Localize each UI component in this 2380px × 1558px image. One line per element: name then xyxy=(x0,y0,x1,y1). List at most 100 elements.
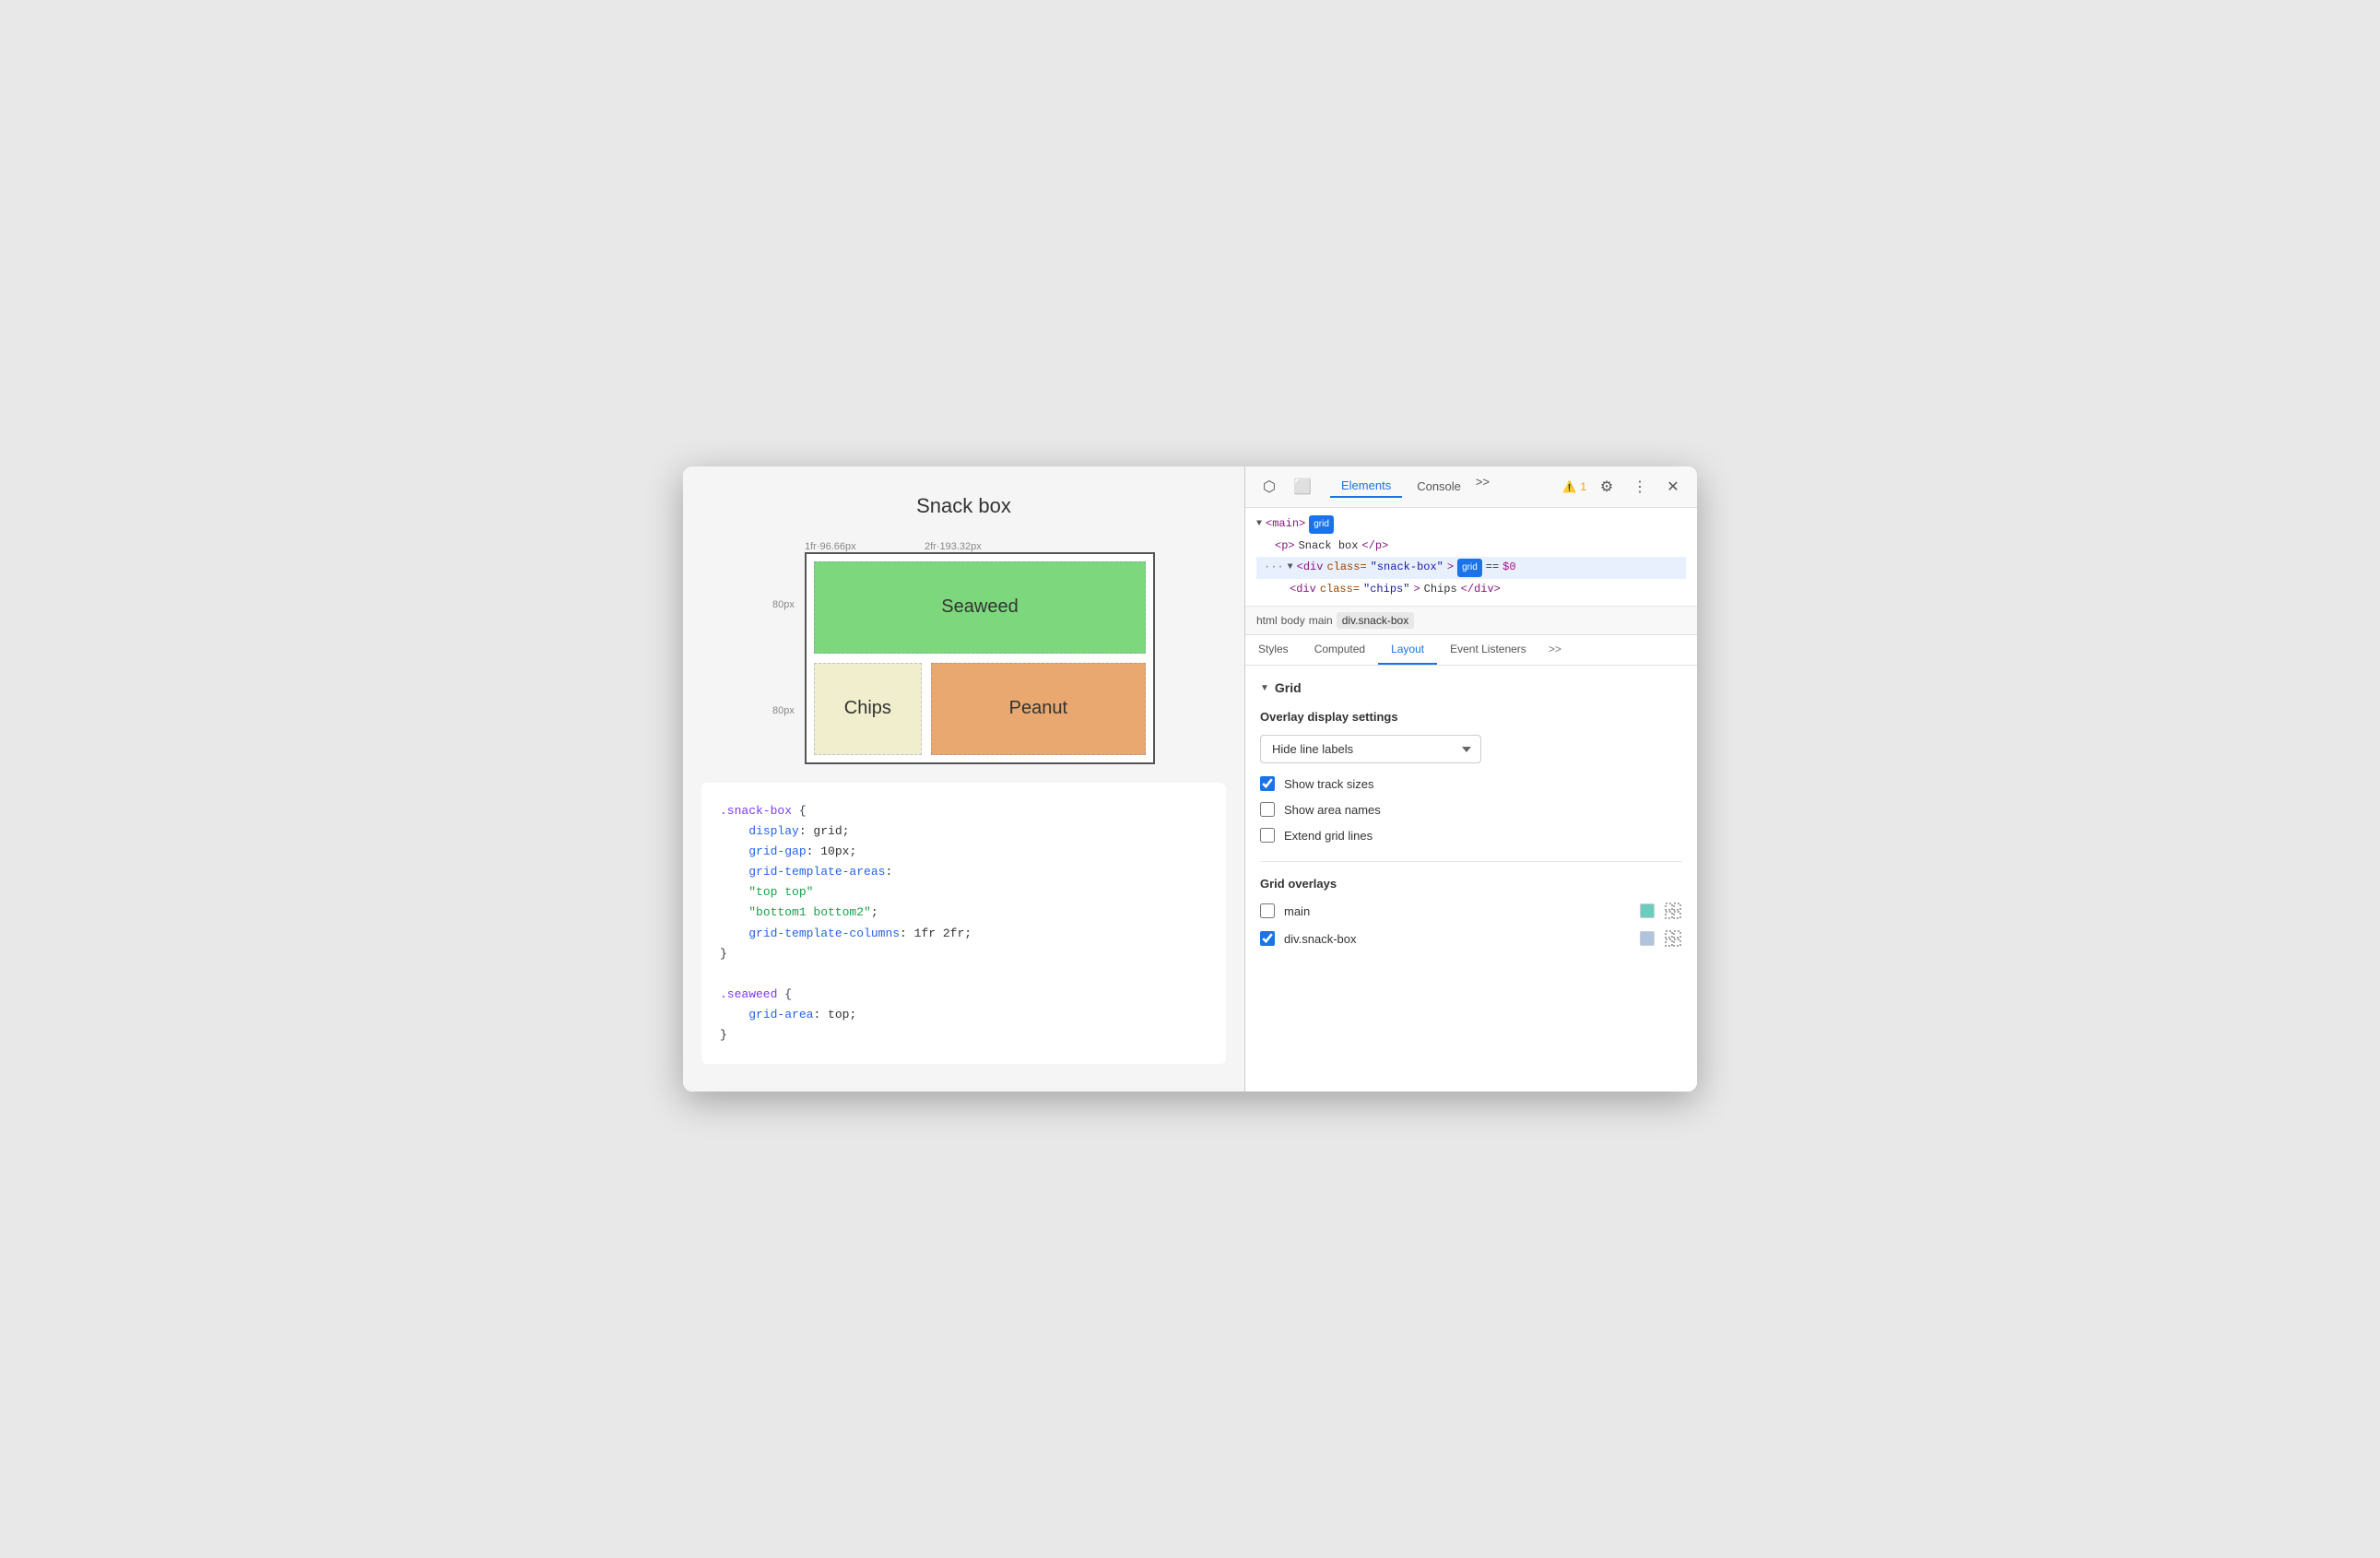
settings-button[interactable]: ⚙ xyxy=(1594,474,1620,500)
dom-attr-class: class= xyxy=(1326,558,1366,578)
browser-content: Snack box 1fr·96.66px 2fr·193.32px 80px … xyxy=(683,466,1245,1092)
snack-box-overlay-icon[interactable] xyxy=(1664,929,1682,948)
extend-grid-lines-checkbox[interactable] xyxy=(1260,828,1275,843)
dom-tag-main: <main> xyxy=(1266,514,1305,535)
snack-box-grid-icon-svg xyxy=(1665,930,1681,947)
dom-attr-class-val: "snack-box" xyxy=(1371,558,1443,578)
line-labels-dropdown-wrapper: Hide line labels Show line numbers Show … xyxy=(1260,735,1682,763)
dom-dollar: $0 xyxy=(1502,558,1515,578)
snack-box-overlay-checkbox[interactable] xyxy=(1260,931,1275,946)
col1-label: 1fr·96.66px xyxy=(805,541,920,552)
more-options-button[interactable]: ⋮ xyxy=(1627,474,1653,500)
breadcrumb-snack-box[interactable]: div.snack-box xyxy=(1337,612,1414,629)
dom-line-main[interactable]: ▼ <main> grid xyxy=(1256,513,1686,536)
css-grid-box: Seaweed Chips Peanut xyxy=(805,552,1155,764)
warning-count: 1 xyxy=(1580,480,1586,493)
col2-label: 2fr·193.32px xyxy=(920,541,1155,552)
dom-line-chips[interactable]: <div class= "chips" > Chips </div> xyxy=(1256,579,1686,601)
devtools-panel: ⬡ ⬜ Elements Console >> ⚠️ 1 ⚙ ⋮ ✕ ▼ xyxy=(1245,466,1697,1092)
tab-elements[interactable]: Elements xyxy=(1330,475,1402,498)
dom-ellipsis: ··· xyxy=(1264,558,1284,578)
show-area-names-row: Show area names xyxy=(1260,802,1682,817)
dom-tag-div-close-bracket: > xyxy=(1447,558,1454,578)
device-toggle-button[interactable]: ⬜ xyxy=(1290,474,1315,500)
row2-label: 80px xyxy=(772,705,800,716)
snack-box-overlay-row: div.snack-box xyxy=(1260,929,1682,948)
section-divider xyxy=(1260,861,1682,862)
code-line-11: } xyxy=(720,1025,1208,1045)
dom-p-text: Snack box xyxy=(1299,537,1359,557)
dom-tag-chips-close: </div> xyxy=(1461,580,1501,600)
checkbox-group: Show track sizes Show area names Extend … xyxy=(1260,776,1682,843)
dom-tree: ▼ <main> grid <p> Snack box </p> ··· ▼ <… xyxy=(1245,508,1697,607)
dom-attr-chips-class: class= xyxy=(1320,580,1360,600)
main-overlay-label: main xyxy=(1284,904,1631,918)
extend-grid-lines-label: Extend grid lines xyxy=(1284,829,1373,843)
code-panel: .snack-box { display: grid; grid-gap: 10… xyxy=(701,783,1226,1064)
code-line-2: display: grid; xyxy=(720,821,1208,842)
panel-tabs: Styles Computed Layout Event Listeners >… xyxy=(1245,635,1697,666)
code-line-7: grid-template-columns: 1fr 2fr; xyxy=(720,924,1208,944)
collapse-main-triangle[interactable]: ▼ xyxy=(1256,516,1262,533)
breadcrumb: html body main div.snack-box xyxy=(1245,607,1697,635)
tab-layout[interactable]: Layout xyxy=(1378,635,1437,665)
grid-visual: 1fr·96.66px 2fr·193.32px 80px 80px Seawe… xyxy=(772,541,1155,764)
code-line-9: .seaweed { xyxy=(720,985,1208,1005)
show-track-sizes-label: Show track sizes xyxy=(1284,777,1374,791)
warning-badge: ⚠️ 1 xyxy=(1562,480,1586,493)
dom-attr-chips-val: "chips" xyxy=(1363,580,1409,600)
breadcrumb-body[interactable]: body xyxy=(1281,614,1305,627)
main-overlay-row: main xyxy=(1260,902,1682,920)
grid-section-title: Grid xyxy=(1275,680,1302,695)
line-labels-dropdown[interactable]: Hide line labels Show line numbers Show … xyxy=(1260,735,1481,763)
layout-panel-content: ▼ Grid Overlay display settings Hide lin… xyxy=(1245,666,1697,1092)
main-content: Snack box 1fr·96.66px 2fr·193.32px 80px … xyxy=(683,466,1697,1092)
main-overlay-checkbox[interactable] xyxy=(1260,903,1275,918)
chips-cell: Chips xyxy=(814,663,922,755)
grid-overlays-title: Grid overlays xyxy=(1260,877,1682,891)
page-title: Snack box xyxy=(701,494,1226,518)
tab-computed[interactable]: Computed xyxy=(1302,635,1378,665)
close-devtools-button[interactable]: ✕ xyxy=(1660,474,1686,500)
tab-styles[interactable]: Styles xyxy=(1245,635,1302,665)
tab-console[interactable]: Console xyxy=(1406,475,1472,498)
row1-label: 80px xyxy=(772,599,800,610)
main-color-swatch[interactable] xyxy=(1640,903,1655,918)
breadcrumb-main[interactable]: main xyxy=(1309,614,1333,627)
snack-box-overlay-label: div.snack-box xyxy=(1284,932,1631,946)
code-line-5: "top top" xyxy=(720,882,1208,903)
inspect-element-button[interactable]: ⬡ xyxy=(1256,474,1282,500)
dom-chips-text: Chips xyxy=(1424,580,1457,600)
show-track-sizes-checkbox[interactable] xyxy=(1260,776,1275,791)
grid-collapse-triangle[interactable]: ▼ xyxy=(1260,683,1269,693)
code-line-8: } xyxy=(720,944,1208,964)
dom-tag-chips: <div xyxy=(1290,580,1316,600)
overlay-settings-title: Overlay display settings xyxy=(1260,710,1682,724)
dom-tag-p-close: </p> xyxy=(1361,537,1388,557)
code-line-1: .snack-box { xyxy=(720,801,1208,821)
grid-section-header: ▼ Grid xyxy=(1260,680,1682,695)
show-area-names-checkbox[interactable] xyxy=(1260,802,1275,817)
grid-badge-div: grid xyxy=(1457,559,1482,577)
dom-tag-p: <p> xyxy=(1275,537,1295,557)
dom-tag-chips-bracket: > xyxy=(1413,580,1420,600)
dom-line-p[interactable]: <p> Snack box </p> xyxy=(1256,536,1686,558)
main-overlay-icon[interactable] xyxy=(1664,902,1682,920)
extend-grid-lines-row: Extend grid lines xyxy=(1260,828,1682,843)
grid-badge-main: grid xyxy=(1309,515,1334,534)
tab-event-listeners[interactable]: Event Listeners xyxy=(1437,635,1539,665)
more-tabs-button[interactable]: >> xyxy=(1476,475,1490,498)
collapse-div-triangle[interactable]: ▼ xyxy=(1288,560,1293,576)
warning-icon: ⚠️ xyxy=(1562,480,1576,493)
code-line-6: "bottom1 bottom2"; xyxy=(720,903,1208,923)
panel-more-button[interactable]: >> xyxy=(1539,635,1571,665)
code-line-3: grid-gap: 10px; xyxy=(720,842,1208,862)
peanut-cell: Peanut xyxy=(931,663,1146,755)
code-line-4: grid-template-areas: xyxy=(720,862,1208,882)
breadcrumb-html[interactable]: html xyxy=(1256,614,1278,627)
snack-box-color-swatch[interactable] xyxy=(1640,931,1655,946)
row-labels: 80px 80px xyxy=(772,552,800,764)
code-line-10: grid-area: top; xyxy=(720,1005,1208,1025)
show-area-names-label: Show area names xyxy=(1284,803,1381,817)
dom-line-snack-box[interactable]: ··· ▼ <div class= "snack-box" > grid == … xyxy=(1256,557,1686,579)
